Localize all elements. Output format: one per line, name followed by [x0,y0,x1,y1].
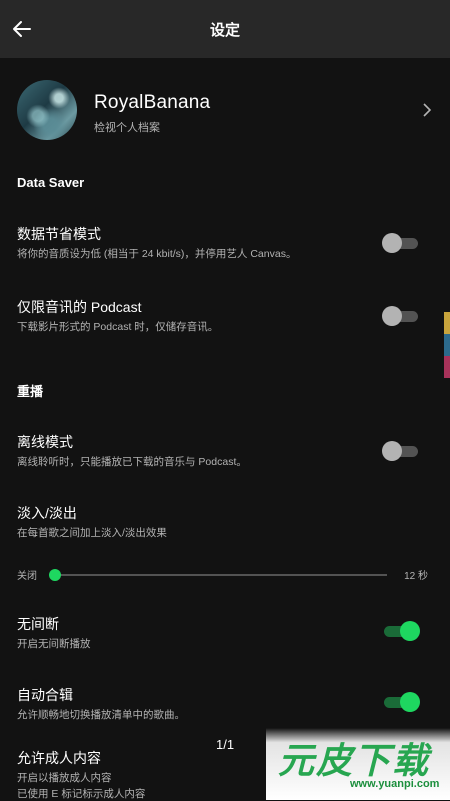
section-data-saver: Data Saver [17,175,85,190]
setting-title: 数据节省模式 [17,226,101,242]
setting-description: 开启以播放成人内容 [17,772,112,784]
setting-description: 将你的音质设为低 (相当于 24 kbit/s)，并停用艺人 Canvas。 [17,248,297,260]
setting-description: 在每首歌之间加上淡入/淡出效果 [17,527,167,539]
app-header: 设定 [0,0,450,58]
setting-data-saver-mode: 数据节省模式 将你的音质设为低 (相当于 24 kbit/s)，并停用艺人 Ca… [0,224,450,268]
setting-gapless: 无间断 开启无间断播放 [0,614,450,658]
view-profile-label: 检视个人档案 [94,122,160,134]
edge-decoration [444,312,450,378]
setting-title: 淡入/淡出 [17,505,77,521]
avatar [17,80,77,140]
watermark-text: 元皮下载 [278,741,431,782]
podcast-audio-only-toggle[interactable] [382,305,418,327]
setting-podcast-audio-only: 仅限音讯的 Podcast 下载影片形式的 Podcast 时，仅储存音讯。 [0,297,450,341]
watermark-url: www.yuanpi.com [350,778,440,790]
setting-offline-mode: 离线模式 离线聆听时，只能播放已下载的音乐与 Podcast。 [0,432,450,476]
setting-title: 自动合辑 [17,687,73,703]
slider-thumb[interactable] [49,569,61,581]
setting-title: 允许成人内容 [17,750,101,766]
profile-row[interactable]: RoyalBanana 检视个人档案 [0,78,450,142]
automix-toggle[interactable] [382,691,420,713]
setting-crossfade: 淡入/淡出 在每首歌之间加上淡入/淡出效果 [0,503,450,547]
watermark-logo: 元皮下载 www.yuanpi.com [266,728,450,800]
slider-min-label: 关闭 [17,571,37,582]
setting-description: 离线聆听时，只能播放已下载的音乐与 Podcast。 [17,456,247,468]
page-title: 设定 [209,22,240,39]
chevron-right-icon [423,103,432,117]
setting-description: 允许顺畅地切换播放清单中的歌曲。 [17,709,185,721]
setting-title: 仅限音讯的 Podcast [17,299,142,315]
offline-mode-toggle[interactable] [382,440,418,462]
slider-max-label: 12 秒 [404,571,428,582]
setting-automix: 自动合辑 允许顺畅地切换播放清单中的歌曲。 [0,685,450,729]
profile-name: RoyalBanana [94,92,211,113]
gapless-toggle[interactable] [382,620,420,642]
setting-description-2: 已使用 E 标记标示成人内容 [17,788,146,800]
crossfade-slider[interactable] [49,569,387,581]
section-playback: 重播 [17,384,44,399]
setting-title: 无间断 [17,616,59,632]
setting-title: 离线模式 [17,434,73,450]
page-indicator: 1/1 [216,737,235,752]
setting-description: 下载影片形式的 Podcast 时，仅储存音讯。 [17,321,219,333]
crossfade-slider-row: 关闭 12 秒 [0,566,450,586]
data-saver-toggle[interactable] [382,232,418,254]
setting-description: 开启无间断播放 [17,638,91,650]
